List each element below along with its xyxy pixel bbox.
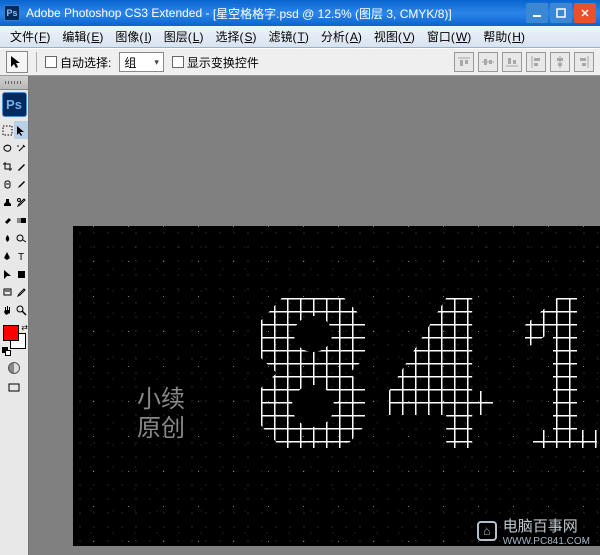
document-title: [星空格格字.psd @ 12.5% (图层 3, CMYK/8)] (213, 5, 452, 22)
dodge-tool[interactable] (14, 229, 28, 247)
align-vcenter-button[interactable] (478, 52, 498, 72)
heal-tool[interactable] (0, 175, 14, 193)
crop-tool[interactable] (0, 157, 14, 175)
app-name: Adobe Photoshop CS3 Extended (26, 6, 202, 20)
toolbox: Ps T ⇄ (0, 76, 29, 555)
lasso-tool[interactable] (0, 139, 14, 157)
menubar: 文件(F) 编辑(E) 图像(I) 图层(L) 选择(S) 滤镜(T) 分析(A… (0, 26, 600, 48)
svg-text:T: T (18, 252, 24, 262)
shape-tool[interactable] (14, 265, 28, 283)
separator (36, 52, 37, 72)
auto-select-dropdown[interactable]: 组▾ (119, 52, 164, 72)
digit-8 (261, 298, 365, 448)
blur-tool[interactable] (0, 229, 14, 247)
menu-layer[interactable]: 图层(L) (158, 26, 210, 47)
document-canvas[interactable]: 小续 原创 (73, 226, 600, 546)
menu-help[interactable]: 帮助(H) (477, 26, 531, 47)
type-tool[interactable]: T (14, 247, 28, 265)
artwork-watermark: 小续 原创 (137, 386, 185, 444)
color-swatches[interactable]: ⇄ (0, 323, 29, 357)
show-transform-checkbox[interactable]: 显示变换控件 (172, 54, 259, 71)
slice-tool[interactable] (14, 157, 28, 175)
titlebar: Ps Adobe Photoshop CS3 Extended - [星空格格字… (0, 0, 600, 26)
screenmode-toggle[interactable] (0, 379, 28, 397)
auto-select-checkbox[interactable]: 自动选择: (45, 54, 111, 71)
digit-4 (389, 298, 493, 448)
wand-tool[interactable] (14, 139, 28, 157)
checkbox-icon (172, 56, 184, 68)
quickmask-toggle[interactable] (0, 359, 28, 377)
close-button[interactable] (574, 3, 596, 23)
align-top-button[interactable] (454, 52, 474, 72)
align-right-button[interactable] (574, 52, 594, 72)
menu-select[interactable]: 选择(S) (209, 26, 262, 47)
eyedropper-tool[interactable] (14, 283, 28, 301)
app-icon: Ps (4, 5, 20, 21)
marquee-tool[interactable] (0, 121, 14, 139)
menu-filter[interactable]: 滤镜(T) (262, 26, 314, 47)
toolbox-grip[interactable] (0, 76, 28, 90)
eraser-tool[interactable] (0, 211, 14, 229)
menu-view[interactable]: 视图(V) (368, 26, 421, 47)
pen-tool[interactable] (0, 247, 14, 265)
gradient-tool[interactable] (14, 211, 28, 229)
foreground-color[interactable] (3, 325, 19, 341)
align-bottom-button[interactable] (502, 52, 522, 72)
align-left-button[interactable] (526, 52, 546, 72)
checkbox-icon (45, 56, 57, 68)
digit-1 (517, 298, 597, 448)
brush-tool[interactable] (14, 175, 28, 193)
hand-tool[interactable] (0, 301, 14, 319)
align-buttons (454, 52, 594, 72)
ps-logo-icon: Ps (2, 92, 27, 117)
minimize-button[interactable] (526, 3, 548, 23)
menu-file[interactable]: 文件(F) (4, 26, 56, 47)
artwork-text (261, 298, 597, 448)
notes-tool[interactable] (0, 283, 14, 301)
menu-image[interactable]: 图像(I) (109, 26, 157, 47)
zoom-tool[interactable] (14, 301, 28, 319)
menu-edit[interactable]: 编辑(E) (56, 26, 109, 47)
maximize-button[interactable] (550, 3, 572, 23)
menu-window[interactable]: 窗口(W) (421, 26, 477, 47)
watermark-icon: ⌂ (477, 521, 497, 541)
tool-preset-picker[interactable] (6, 51, 28, 73)
canvas-area[interactable]: 小续 原创 (29, 76, 600, 555)
history-brush-tool[interactable] (14, 193, 28, 211)
path-select-tool[interactable] (0, 265, 14, 283)
swap-colors-icon[interactable]: ⇄ (21, 323, 28, 332)
options-bar: 自动选择: 组▾ 显示变换控件 (0, 48, 600, 76)
default-colors-icon[interactable] (2, 347, 12, 357)
move-tool[interactable] (14, 121, 28, 139)
site-watermark: ⌂ 电脑百事网 WWW.PC841.COM (477, 515, 590, 547)
chevron-down-icon: ▾ (154, 57, 159, 68)
menu-analysis[interactable]: 分析(A) (315, 26, 368, 47)
stamp-tool[interactable] (0, 193, 14, 211)
align-hcenter-button[interactable] (550, 52, 570, 72)
